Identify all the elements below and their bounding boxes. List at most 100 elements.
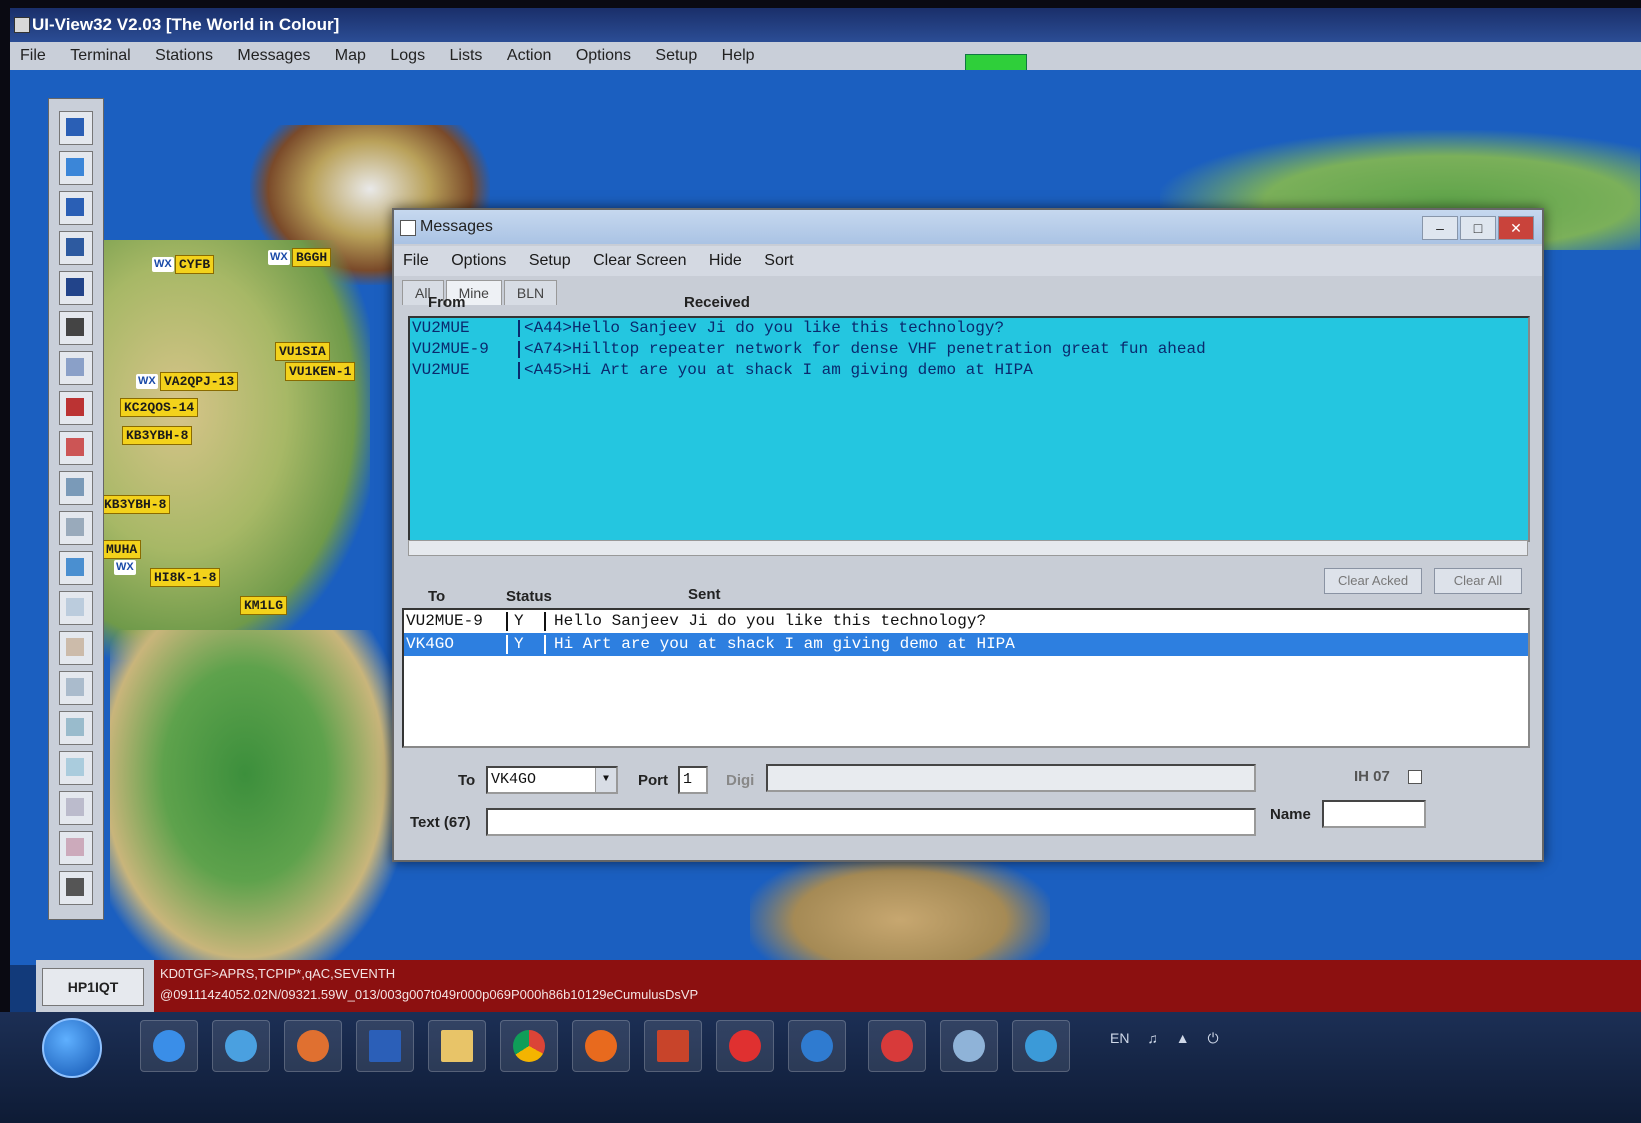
taskbar-satellite[interactable] [940,1020,998,1072]
start-button[interactable] [42,1018,102,1078]
power-icon[interactable]: ⏻ [1207,1030,1218,1047]
msg-menu-sort[interactable]: Sort [755,246,802,276]
volume-icon[interactable]: ♫ [1147,1030,1158,1046]
message-text-input[interactable] [486,808,1256,836]
trail-tool[interactable] [59,751,93,785]
window-tool[interactable] [59,351,93,385]
clear-acked-button[interactable]: Clear Acked [1324,568,1422,594]
digi-label: Digi [726,772,755,789]
language-indicator[interactable]: EN [1110,1030,1129,1046]
menu-map[interactable]: Map [325,42,376,70]
track-tool[interactable] [59,711,93,745]
close-button[interactable]: ✕ [1498,216,1534,240]
clear-all-button[interactable]: Clear All [1434,568,1522,594]
menu-file[interactable]: File [10,42,56,70]
chevron-down-icon[interactable]: ▼ [595,768,616,792]
table-row-selected[interactable]: VK4GO Y Hi Art are you at shack I am giv… [404,633,1528,656]
taskbar-explorer[interactable] [428,1020,486,1072]
tab-bln[interactable]: BLN [503,280,558,305]
to-label: To [458,772,476,789]
taskbar-magnet[interactable] [868,1020,926,1072]
menu-help[interactable]: Help [712,42,765,70]
taskbar-chrome[interactable] [500,1020,558,1072]
grid-tool[interactable] [59,671,93,705]
to-dropdown[interactable]: VK4GO ▼ [486,766,618,794]
sent-text-header[interactable]: Sent [688,586,721,603]
received-list[interactable]: VU2MUE <A44>Hello Sanjeev Ji do you like… [408,316,1530,542]
map-select-tool[interactable] [59,231,93,265]
list-item[interactable]: VU2MUE-9 <A74>Hilltop repeater network f… [410,339,1528,360]
taskbar-stocks[interactable] [356,1020,414,1072]
list-item[interactable]: VU2MUE <A44>Hello Sanjeev Ji do you like… [410,318,1528,339]
map-station-label[interactable]: VA2QPJ-13 [160,372,239,391]
menu-lists[interactable]: Lists [440,42,493,70]
ih-checkbox[interactable] [1408,770,1422,784]
draw-tool[interactable] [59,511,93,545]
received-text-header[interactable]: Received [684,294,750,311]
menu-setup[interactable]: Setup [645,42,707,70]
menu-action[interactable]: Action [497,42,561,70]
taskbar-media-player[interactable] [284,1020,342,1072]
measure-tool[interactable] [59,791,93,825]
terrain-icon [66,478,84,496]
person-tool[interactable] [59,311,93,345]
list-item[interactable]: VU2MUE <A45>Hi Art are you at shack I am… [410,360,1528,381]
flag-tool[interactable] [59,391,93,425]
network-tray-icon[interactable]: ▲ [1176,1030,1190,1046]
marker-tool[interactable] [59,431,93,465]
map-station-label[interactable]: KC2QOS-14 [120,398,199,417]
zoom-out-tool[interactable] [59,191,93,225]
received-text: <A74>Hilltop repeater network for dense … [524,340,1206,358]
taskbar-ui-view[interactable] [716,1020,774,1072]
map-station-label[interactable]: MUHA [102,540,142,559]
table-row[interactable]: VU2MUE-9 Y Hello Sanjeev Ji do you like … [404,610,1528,633]
map-station-label[interactable]: VU1KEN-1 [285,362,356,381]
digi-field[interactable] [766,764,1256,792]
settings-tool[interactable] [59,831,93,865]
taskbar-ie[interactable] [140,1020,198,1072]
sent-status-header[interactable]: Status [506,588,552,605]
horizontal-scrollbar[interactable] [408,540,1528,556]
taskbar-network[interactable] [212,1020,270,1072]
route-tool[interactable] [59,631,93,665]
packet-line: @091114z4052.02N/09321.59W_013/003g007t0… [160,987,699,1002]
taskbar-firefox[interactable] [572,1020,630,1072]
map-station-label[interactable]: KB3YBH-8 [122,426,193,445]
menu-stations[interactable]: Stations [145,42,223,70]
column-divider [518,362,520,379]
plot-tool[interactable] [59,591,93,625]
map-station-label[interactable]: VU1SIA [275,342,330,361]
menu-terminal[interactable]: Terminal [60,42,140,70]
menu-options[interactable]: Options [566,42,641,70]
map-station-label[interactable]: KM1LG [240,596,288,615]
msg-menu-options[interactable]: Options [442,246,515,276]
menu-logs[interactable]: Logs [380,42,435,70]
port-field[interactable]: 1 [678,766,708,794]
maximize-button[interactable]: □ [1460,216,1496,240]
map-station-label[interactable]: CYFB [175,255,215,274]
taskbar-globe[interactable] [788,1020,846,1072]
qr-tool[interactable] [59,871,93,905]
msg-menu-setup[interactable]: Setup [520,246,580,276]
menu-messages[interactable]: Messages [227,42,320,70]
sent-to-header[interactable]: To [428,588,445,605]
msg-menu-clear-screen[interactable]: Clear Screen [584,246,695,276]
back-tool[interactable] [59,151,93,185]
map-station-label[interactable]: BGGH [292,248,332,267]
msg-menu-file[interactable]: File [394,246,438,276]
map-station-label[interactable]: KB3YBH-8 [100,495,171,514]
globe-tool[interactable] [59,551,93,585]
msg-menu-hide[interactable]: Hide [700,246,751,276]
received-from-header[interactable]: From [428,294,466,311]
frame-tool[interactable] [59,271,93,305]
minimize-button[interactable]: – [1422,216,1458,240]
name-field[interactable] [1322,800,1426,828]
map-station-label[interactable]: HI8K-1-8 [150,568,221,587]
powerpoint-icon [657,1030,689,1062]
sent-list[interactable]: VU2MUE-9 Y Hello Sanjeev Ji do you like … [402,608,1530,748]
ih-label: IH 07 [1354,768,1390,785]
terrain-tool[interactable] [59,471,93,505]
zoom-in-tool[interactable] [59,111,93,145]
taskbar-search-globe[interactable] [1012,1020,1070,1072]
taskbar-powerpoint[interactable] [644,1020,702,1072]
